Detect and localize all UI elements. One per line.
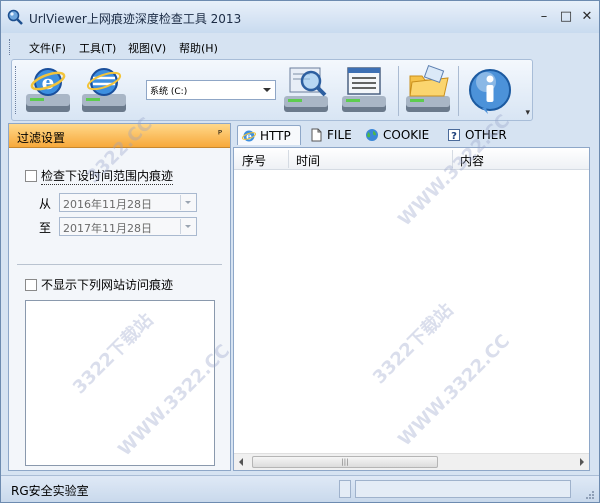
tab-file[interactable]: FILE xyxy=(305,125,359,145)
close-button[interactable]: ✕ xyxy=(578,9,596,25)
tab-http-label: HTTP xyxy=(260,129,291,143)
file-icon xyxy=(311,128,322,142)
calendar-dropdown-icon[interactable] xyxy=(180,195,195,210)
calendar-dropdown-icon[interactable] xyxy=(180,219,195,234)
help-icon: ? xyxy=(448,129,460,142)
toolbar: e 系统 (C:) ▾ xyxy=(11,59,533,121)
search-drive-icon[interactable] xyxy=(280,64,332,118)
to-date-field[interactable]: 2017年11月28日 xyxy=(59,217,197,236)
menu-tools[interactable]: 工具(T) xyxy=(79,40,116,56)
info-icon[interactable] xyxy=(464,64,516,118)
scrollbar-thumb[interactable]: ||| xyxy=(252,456,438,468)
site-filter-label[interactable]: 不显示下列网站访问痕迹 xyxy=(41,276,173,293)
site-filter-checkbox[interactable] xyxy=(25,279,37,291)
resize-grip-icon[interactable] xyxy=(585,490,595,500)
tab-other[interactable]: ? OTHER xyxy=(443,125,517,145)
horizontal-scrollbar[interactable]: ||| xyxy=(234,453,589,470)
magnifier-app-icon xyxy=(7,9,23,25)
tab-http[interactable]: e HTTP xyxy=(237,125,301,145)
pin-icon[interactable]: ᴾ xyxy=(218,128,222,141)
from-date-field[interactable]: 2016年11月28日 xyxy=(59,193,197,212)
time-filter-checkbox[interactable] xyxy=(25,170,37,182)
menu-bar: 文件(F) 工具(T) 视图(V) 帮助(H) xyxy=(7,37,593,57)
open-folder-drive-icon[interactable] xyxy=(402,64,454,118)
list-header: 序号 时间 内容 xyxy=(234,148,589,170)
tab-cookie[interactable]: COOKIE xyxy=(361,125,439,145)
tab-file-label: FILE xyxy=(327,128,352,142)
status-bar: RG安全实验室 xyxy=(1,475,599,502)
results-panel: e HTTP FILE COOKIE ? OTHER 序号 时间 内容 ||| xyxy=(233,123,593,471)
toolbar-separator xyxy=(458,66,459,116)
menu-help[interactable]: 帮助(H) xyxy=(179,40,218,56)
from-date-value: 2016年11月28日 xyxy=(63,198,152,211)
scan-ie-drive-icon[interactable]: e xyxy=(22,64,74,118)
drive-select-value: 系统 (C:) xyxy=(150,87,188,97)
menu-grip[interactable] xyxy=(9,39,12,55)
time-filter-label[interactable]: 检查下设时间范围内痕迹 xyxy=(41,167,174,185)
minimize-button[interactable]: – xyxy=(535,9,553,25)
app-window: UrlViewer上网痕迹深度检查工具 2013 – □ ✕ 文件(F) 工具(… xyxy=(0,0,600,503)
filter-panel-title: 过滤设置 xyxy=(17,131,66,145)
results-list[interactable]: 序号 时间 内容 ||| xyxy=(233,147,590,471)
scroll-left-icon[interactable] xyxy=(239,458,243,466)
menu-view[interactable]: 视图(V) xyxy=(128,40,166,56)
column-header-index[interactable]: 序号 xyxy=(242,152,266,169)
scan-ie-cache-drive-icon[interactable] xyxy=(78,64,130,118)
status-text: RG安全实验室 xyxy=(11,484,89,498)
toolbar-grip[interactable] xyxy=(15,66,18,114)
column-header-content[interactable]: 内容 xyxy=(460,152,484,169)
toolbar-separator xyxy=(398,66,399,116)
window-title: UrlViewer上网痕迹深度检查工具 2013 xyxy=(29,12,242,26)
scroll-right-icon[interactable] xyxy=(580,458,584,466)
status-pane xyxy=(339,480,351,498)
title-bar: UrlViewer上网痕迹深度检查工具 2013 – □ ✕ xyxy=(1,1,599,33)
maximize-button[interactable]: □ xyxy=(557,9,575,25)
ie-icon: e xyxy=(242,130,256,143)
drive-select[interactable]: 系统 (C:) xyxy=(146,80,276,100)
column-resize-handle[interactable] xyxy=(288,150,289,168)
status-progress-pane xyxy=(355,480,571,498)
menu-file[interactable]: 文件(F) xyxy=(29,40,66,56)
chevron-down-icon xyxy=(263,88,271,92)
to-label: 至 xyxy=(39,221,52,235)
svg-text:?: ? xyxy=(451,131,457,142)
filter-panel: 过滤设置 ᴾ 检查下设时间范围内痕迹 从 2016年11月28日 至 2017年… xyxy=(8,123,231,471)
from-label: 从 xyxy=(39,197,52,211)
column-resize-handle[interactable] xyxy=(452,150,453,168)
tab-cookie-label: COOKIE xyxy=(383,128,430,142)
filter-panel-header: 过滤设置 ᴾ xyxy=(9,124,230,148)
site-exclusion-list[interactable] xyxy=(25,300,215,466)
tab-other-label: OTHER xyxy=(465,128,507,142)
column-header-time[interactable]: 时间 xyxy=(296,152,320,169)
report-drive-icon[interactable] xyxy=(338,64,390,118)
to-date-value: 2017年11月28日 xyxy=(63,222,152,235)
toolbar-overflow-icon[interactable]: ▾ xyxy=(525,108,530,118)
panel-divider xyxy=(17,264,222,265)
globe-icon xyxy=(366,129,378,141)
